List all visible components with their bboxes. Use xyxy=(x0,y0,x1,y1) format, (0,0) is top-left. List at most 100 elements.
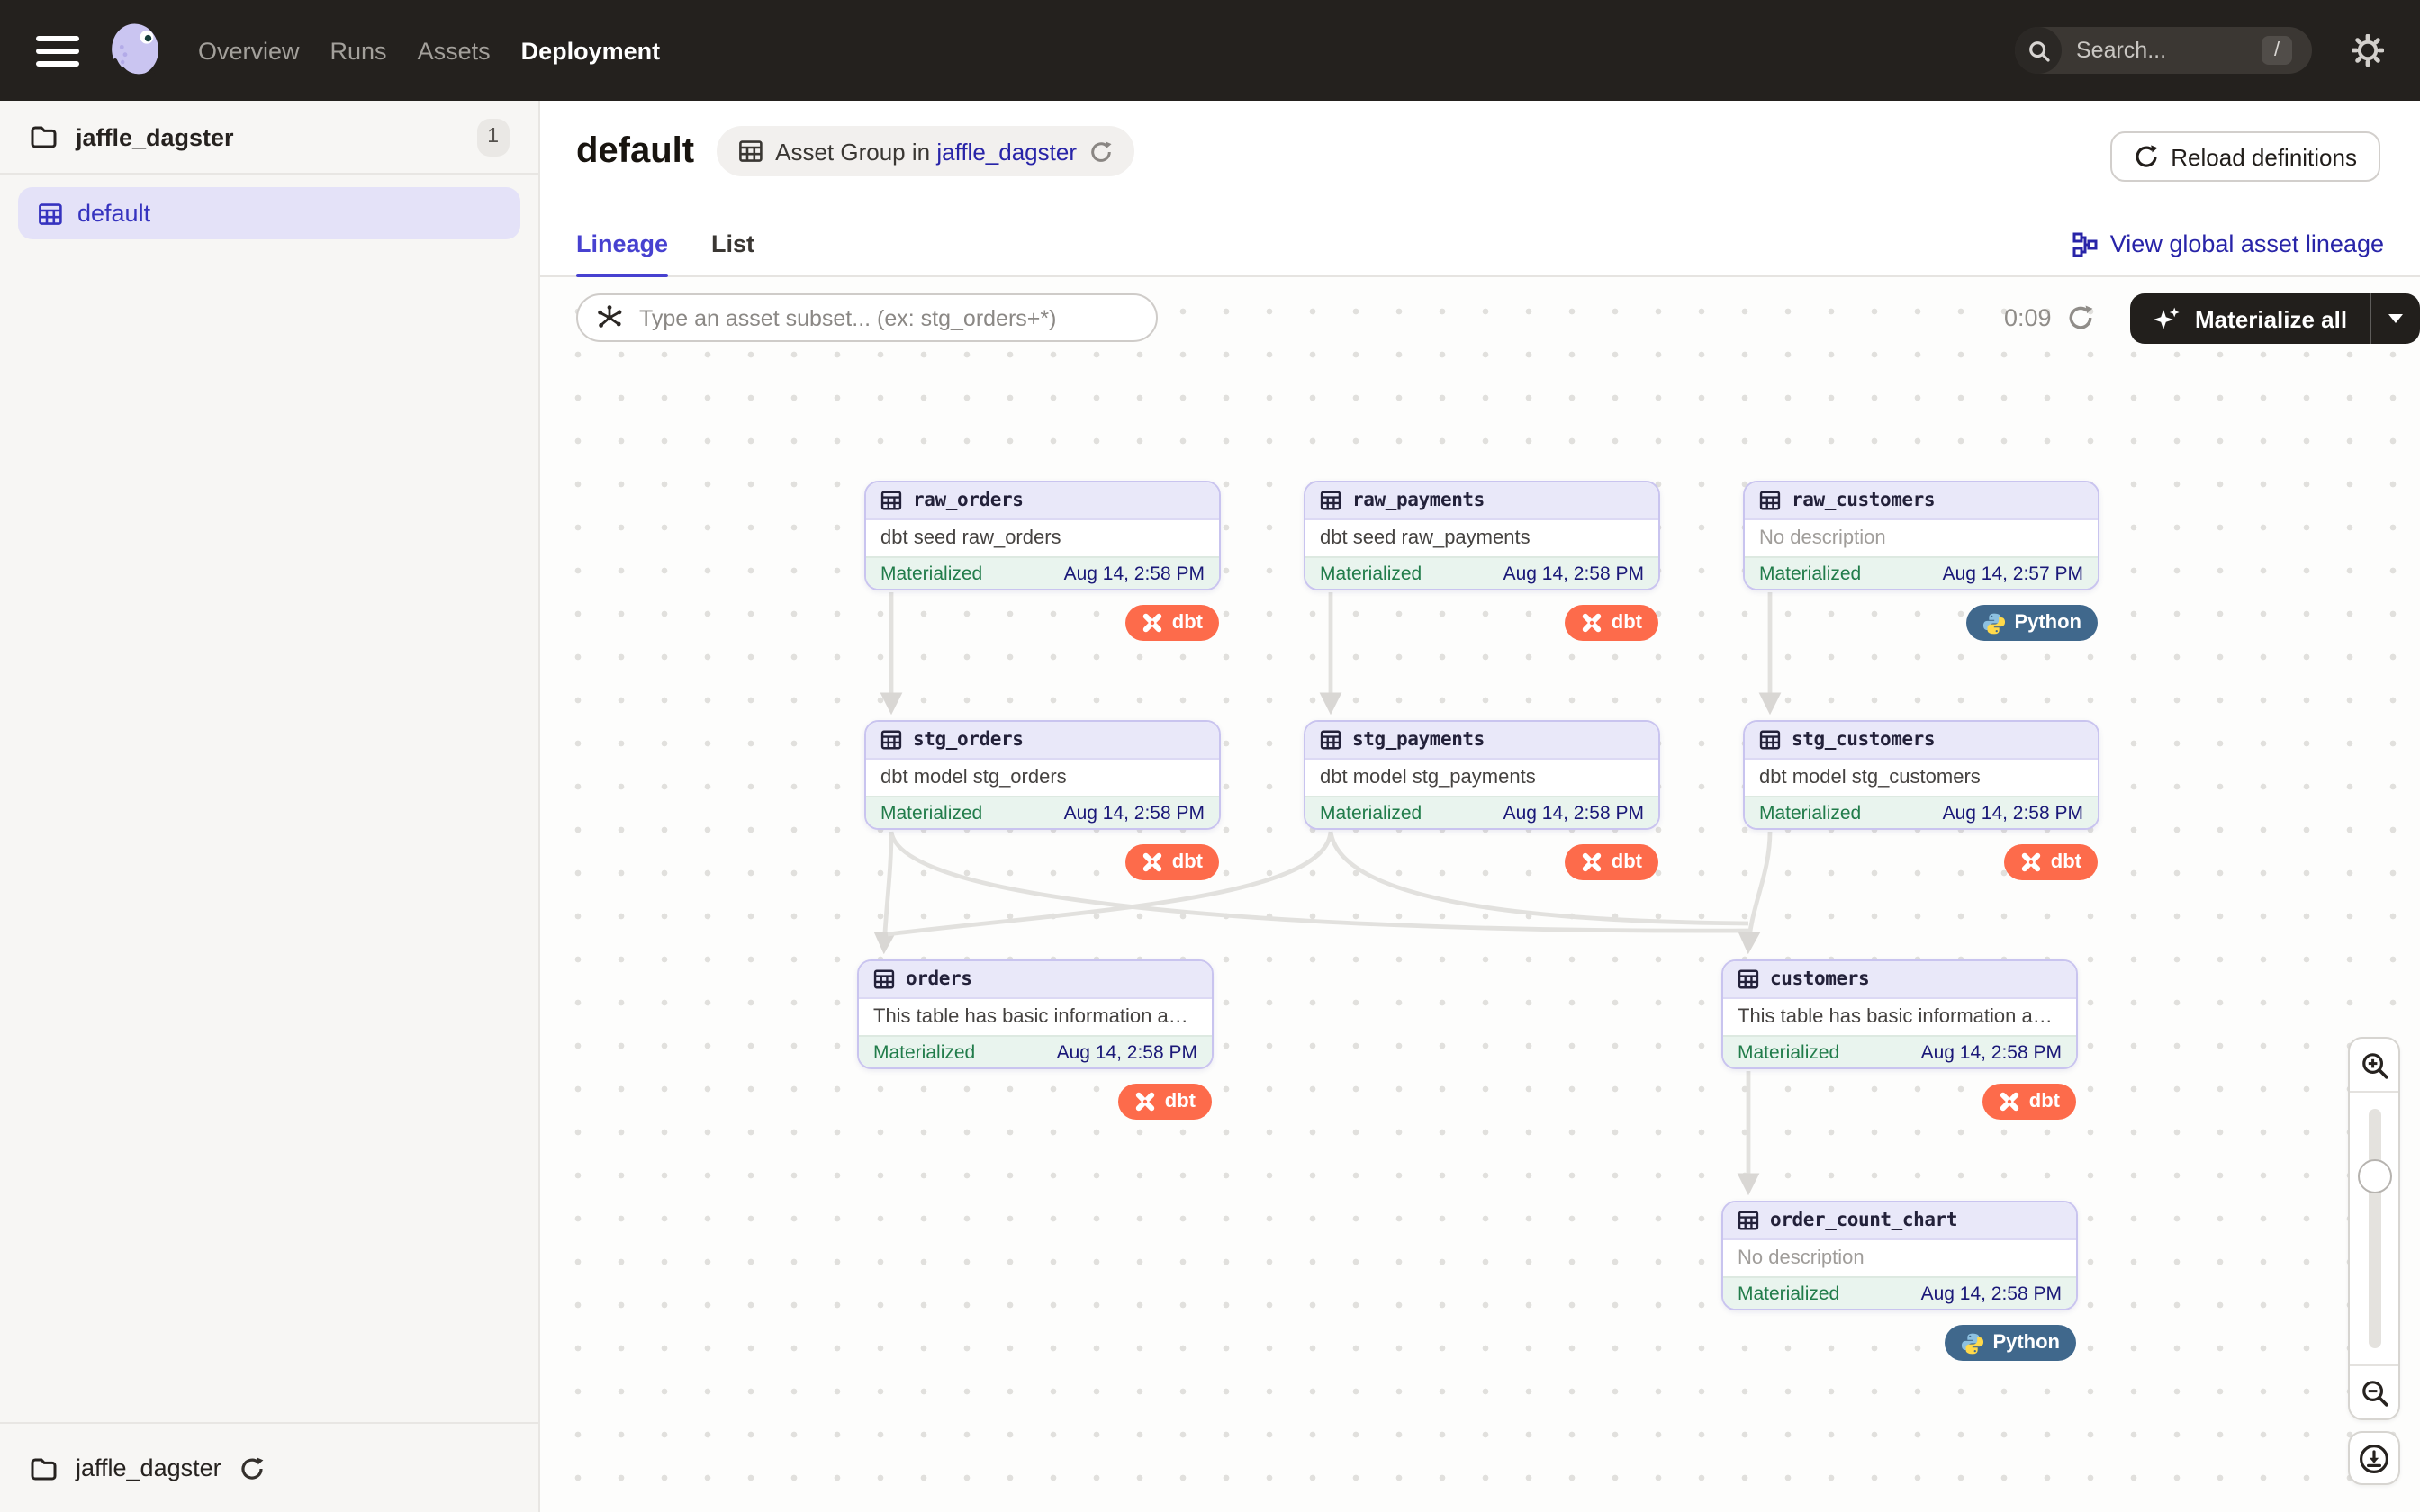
hamburger-menu-icon[interactable] xyxy=(36,28,79,73)
search-input[interactable]: Search... / xyxy=(2015,27,2312,74)
materialize-dropdown-button[interactable] xyxy=(2370,293,2419,344)
asset-node-stg_payments[interactable]: stg_paymentsdbt model stg_paymentsMateri… xyxy=(1304,720,1660,830)
search-icon xyxy=(2015,27,2062,74)
badge-label: Python xyxy=(2014,612,2081,634)
asset-node-stg_customers[interactable]: stg_customersdbt model stg_customersMate… xyxy=(1743,720,2099,830)
badge-label: dbt xyxy=(1612,612,1642,634)
badge-label: dbt xyxy=(2051,851,2081,873)
asset-node-footer: MaterializedAug 14, 2:58 PM xyxy=(1723,1276,2076,1309)
lineage-graph-pane[interactable]: raw_ordersdbt seed raw_ordersMaterialize… xyxy=(540,277,2420,1512)
asset-node-order_count_chart[interactable]: order_count_chartNo descriptionMateriali… xyxy=(1721,1201,2078,1310)
view-global-asset-lineage-link[interactable]: View global asset lineage xyxy=(2072,230,2384,257)
dbt-badge: dbt xyxy=(1125,844,1219,880)
asset-node-stg_orders[interactable]: stg_ordersdbt model stg_ordersMaterializ… xyxy=(864,720,1221,830)
search-shortcut-badge: / xyxy=(2262,36,2292,65)
table-icon xyxy=(1738,1210,1759,1231)
gear-icon[interactable] xyxy=(2352,34,2384,67)
asset-node-header: raw_customers xyxy=(1745,482,2098,520)
dbt-logo-icon xyxy=(2020,851,2042,873)
zoom-out-button[interactable] xyxy=(2350,1366,2398,1418)
asset-node-raw_payments[interactable]: raw_paymentsdbt seed raw_paymentsMateria… xyxy=(1304,481,1660,590)
asset-subset-input[interactable] xyxy=(636,303,1138,332)
tab-lineage[interactable]: Lineage xyxy=(576,212,668,275)
asset-description: dbt model stg_payments xyxy=(1305,760,1658,796)
sidebar-item-default[interactable]: default xyxy=(18,187,520,239)
reload-definitions-button[interactable]: Reload definitions xyxy=(2109,131,2380,182)
edge-stg_orders-to-orders xyxy=(884,832,891,949)
asset-node-header: raw_payments xyxy=(1305,482,1658,520)
asset-description: dbt model stg_orders xyxy=(866,760,1219,796)
dbt-logo-icon xyxy=(1142,612,1163,634)
nav-link-runs[interactable]: Runs xyxy=(330,37,387,64)
asset-description: No description xyxy=(1723,1240,2076,1276)
search-placeholder: Search... xyxy=(2076,38,2166,63)
zoom-in-button[interactable] xyxy=(2350,1039,2398,1091)
asset-node-orders[interactable]: orders This table has basic information a… xyxy=(857,959,1214,1069)
zoom-in-icon xyxy=(2360,1050,2388,1079)
refresh-icon[interactable] xyxy=(2068,304,2095,331)
refresh-icon[interactable] xyxy=(1089,140,1113,163)
badge-label: dbt xyxy=(1612,851,1642,873)
dagster-logo-icon[interactable] xyxy=(103,17,169,84)
table-icon xyxy=(1759,490,1781,511)
asset-description: dbt model stg_customers xyxy=(1745,760,2098,796)
asset-timestamp: Aug 14, 2:58 PM xyxy=(1503,562,1644,584)
view-global-asset-lineage-label: View global asset lineage xyxy=(2110,230,2384,257)
asset-name: stg_payments xyxy=(1352,729,1485,751)
asset-node-raw_orders[interactable]: raw_ordersdbt seed raw_ordersMaterialize… xyxy=(864,481,1221,590)
python-logo-icon xyxy=(1982,611,2005,634)
tabs: Lineage List xyxy=(576,212,798,275)
sidebar: jaffle_dagster 1 default jaffle_dagster xyxy=(0,101,540,1512)
table-icon xyxy=(880,490,902,511)
badge-label: dbt xyxy=(1165,1091,1196,1112)
asset-node-footer: MaterializedAug 14, 2:58 PM xyxy=(1305,796,1658,828)
refresh-icon xyxy=(2133,144,2158,169)
badge-label: dbt xyxy=(2029,1091,2060,1112)
dbt-badge: dbt xyxy=(1118,1084,1212,1120)
refresh-icon[interactable] xyxy=(239,1455,265,1480)
nav-link-overview[interactable]: Overview xyxy=(198,37,300,64)
zoom-slider-track[interactable] xyxy=(2368,1109,2380,1348)
zoom-slider-knob[interactable] xyxy=(2357,1159,2391,1193)
asset-name: stg_orders xyxy=(913,729,1023,751)
asset-timestamp: Aug 14, 2:58 PM xyxy=(1064,802,1205,824)
chevron-down-icon xyxy=(2387,313,2403,324)
asset-name: order_count_chart xyxy=(1770,1210,1957,1231)
materialize-all-button[interactable]: Materialize all xyxy=(2130,293,2369,344)
dbt-logo-icon xyxy=(1581,851,1603,873)
edge-stg_payments-to-customers xyxy=(1331,832,1748,923)
table-icon xyxy=(880,729,902,751)
sparkle-icon xyxy=(2152,305,2181,332)
asset-name: raw_orders xyxy=(913,490,1023,511)
sidebar-item-label: default xyxy=(77,200,150,227)
dagster-app: Overview Runs Assets Deployment Search... / xyxy=(0,0,2420,1512)
asset-description: No description xyxy=(1745,520,2098,556)
repo-link[interactable]: jaffle_dagster xyxy=(936,138,1077,165)
asset-description: dbt seed raw_payments xyxy=(1305,520,1658,556)
zoom-slider[interactable] xyxy=(2350,1091,2398,1366)
tab-list[interactable]: List xyxy=(711,212,754,275)
asset-status: Materialized xyxy=(1738,1282,1839,1304)
dbt-badge: dbt xyxy=(2004,844,2098,880)
nav-links: Overview Runs Assets Deployment xyxy=(198,37,660,64)
asset-status: Materialized xyxy=(873,1041,975,1063)
nav-link-deployment[interactable]: Deployment xyxy=(521,37,661,64)
page-title: default xyxy=(576,130,694,172)
timer-value: 0:09 xyxy=(2004,304,2052,331)
asset-node-raw_customers[interactable]: raw_customersNo descriptionMaterializedA… xyxy=(1743,481,2099,590)
asset-status: Materialized xyxy=(880,562,982,584)
table-icon xyxy=(873,968,895,990)
asset-name: orders xyxy=(906,968,971,990)
nav-link-assets[interactable]: Assets xyxy=(418,37,491,64)
asset-subset-filter[interactable] xyxy=(576,293,1158,342)
table-icon xyxy=(1320,490,1341,511)
sidebar-repo-row[interactable]: jaffle_dagster 1 xyxy=(0,101,538,175)
download-graph-button[interactable] xyxy=(2348,1431,2400,1485)
asset-node-customers[interactable]: customersThis table has basic informatio… xyxy=(1721,959,2078,1069)
table-icon xyxy=(1320,729,1341,751)
dbt-badge: dbt xyxy=(1565,844,1658,880)
asset-timestamp: Aug 14, 2:58 PM xyxy=(1057,1041,1197,1063)
asset-description: This table has basic information about .… xyxy=(859,999,1212,1035)
asset-node-header: stg_customers xyxy=(1745,722,2098,760)
table-icon xyxy=(1759,729,1781,751)
